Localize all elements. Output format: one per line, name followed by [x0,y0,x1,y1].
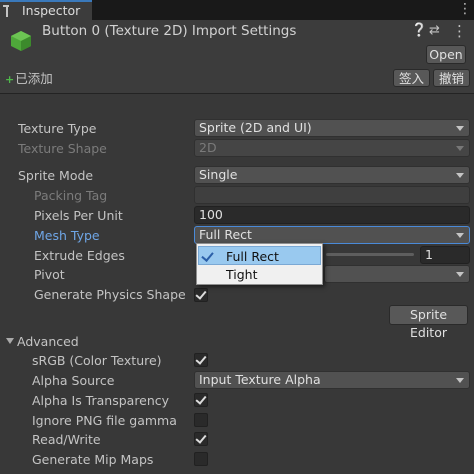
read-write-label: Read/Write [32,432,101,447]
mesh-type-popup: Full Rect Tight [196,243,323,285]
extrude-edges-slider[interactable] [326,253,414,256]
generate-mip-maps-label: Generate Mip Maps [32,452,154,467]
alpha-is-transparency-label: Alpha Is Transparency [32,393,170,408]
chevron-down-icon [456,146,464,151]
extrude-edges-input[interactable]: 1 [420,246,470,264]
mesh-type-value: Full Rect [199,227,252,242]
chevron-down-icon [456,272,464,277]
texture-shape-label: Texture Shape [18,141,107,156]
texture-shape-value: 2D [199,140,217,155]
packing-tag-label: Packing Tag [34,188,108,203]
ignore-png-gamma-label: Ignore PNG file gamma [32,413,177,428]
texture-shape-dropdown: 2D [194,139,470,157]
alpha-is-transparency-checkbox[interactable] [194,393,208,407]
srgb-label: sRGB (Color Texture) [32,353,162,368]
plus-icon: + [5,73,15,86]
packing-tag-field [194,186,470,204]
popup-option-full-rect[interactable]: Full Rect [198,246,321,265]
foldout-arrow-icon[interactable] [6,338,14,344]
help-icon[interactable]: ❔ [411,23,427,38]
tab-label: Inspector [22,3,81,18]
sprite-mode-label: Sprite Mode [18,168,94,183]
advanced-foldout[interactable]: Advanced [17,334,79,349]
texture-asset-icon [11,31,31,51]
chevron-down-icon [456,378,464,383]
mesh-type-dropdown[interactable]: Full Rect [194,226,470,244]
read-write-checkbox[interactable] [194,432,208,446]
pivot-label: Pivot [34,267,65,282]
ignore-png-gamma-checkbox[interactable] [194,413,208,427]
mesh-type-label: Mesh Type [34,228,100,243]
pivot-dropdown[interactable] [324,265,470,283]
sprite-editor-button[interactable]: Sprite Editor [389,305,468,340]
texture-type-value: Sprite (2D and UI) [199,120,312,135]
tab-inspector[interactable]: Inspector [0,0,92,20]
checkin-button[interactable]: 签入 [393,69,430,87]
alpha-source-dropdown[interactable]: Input Texture Alpha [194,371,470,389]
chevron-down-icon [456,233,464,238]
added-label: 已添加 [15,71,53,86]
popup-option-label: Full Rect [226,249,279,264]
more-options-icon[interactable]: ⋮ [458,1,472,17]
generate-physics-shape-label: Generate Physics Shape [34,287,186,302]
texture-type-dropdown[interactable]: Sprite (2D and UI) [194,119,470,137]
chevron-down-icon [456,173,464,178]
srgb-checkbox[interactable] [194,353,208,367]
status-badge: +已添加 [5,68,53,87]
pixels-per-unit-label: Pixels Per Unit [34,208,123,223]
popup-option-label: Tight [226,267,258,282]
chevron-down-icon [456,126,464,131]
open-button[interactable]: Open [426,45,466,64]
undo-button[interactable]: 撤销 [433,69,470,87]
sprite-mode-value: Single [199,167,238,182]
checkmark-icon [201,249,214,262]
alpha-source-value: Input Texture Alpha [199,372,321,387]
kebab-menu-icon[interactable]: ⋮ [452,22,467,40]
info-icon [3,5,16,17]
popup-option-tight[interactable]: Tight [198,265,321,284]
texture-type-label: Texture Type [18,121,97,136]
page-title: Button 0 (Texture 2D) Import Settings [42,23,297,39]
extrude-edges-label: Extrude Edges [34,248,125,263]
sprite-mode-dropdown[interactable]: Single [194,166,470,184]
generate-physics-shape-checkbox[interactable] [194,288,208,302]
pixels-per-unit-input[interactable]: 100 [194,206,470,224]
generate-mip-maps-checkbox[interactable] [194,452,208,466]
alpha-source-label: Alpha Source [32,373,115,388]
preset-icon[interactable]: ⇄ [429,23,440,38]
